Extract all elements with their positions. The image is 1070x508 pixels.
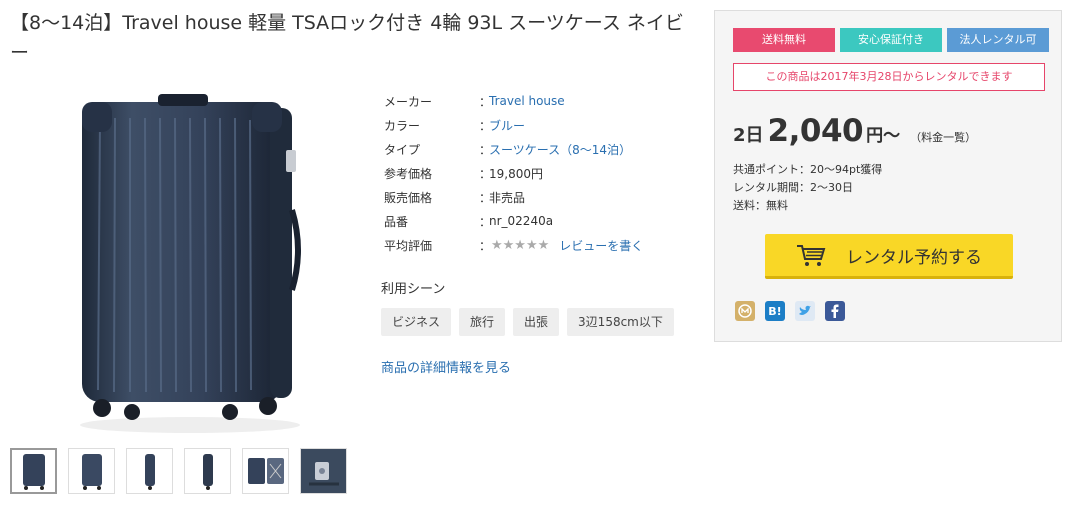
spec-label: タイプ xyxy=(384,142,421,157)
scene-tag-size[interactable]: 3辺158cm以下 xyxy=(567,308,674,336)
spec-label: 販売価格 xyxy=(384,190,433,205)
suitcase-product-image xyxy=(80,94,301,433)
thumbnail-angle[interactable] xyxy=(68,448,115,494)
rental-panel: 送料無料 安心保証付き 法人レンタル可 この商品は2017年3月28日からレンタ… xyxy=(714,10,1062,342)
spec-colon: ： xyxy=(479,238,492,253)
price-unit: 円〜 xyxy=(866,126,901,146)
write-review-link[interactable]: レビューを書く xyxy=(559,237,643,254)
warranty-badge: 安心保証付き xyxy=(840,28,942,52)
rental-period-text: レンタル期間：2〜30日 xyxy=(733,181,853,194)
price-line: 2日 2,040 円〜 （料金一覧） xyxy=(733,113,976,149)
product-specs: メーカー ： Travel house カラー ： ブルー タイプ ： スーツケ… xyxy=(384,89,643,257)
thumbnail-lock-detail[interactable] xyxy=(300,448,347,494)
spec-label: 品番 xyxy=(384,214,409,229)
thumbnail-side-2[interactable] xyxy=(184,448,231,494)
type-link[interactable]: スーツケース（8〜14泊） xyxy=(489,141,631,158)
facebook-icon[interactable] xyxy=(825,301,845,321)
thumbnail-front[interactable] xyxy=(10,448,57,494)
spec-label: 参考価格 xyxy=(384,166,433,181)
ref-price-value: 19,800円 xyxy=(489,166,543,181)
points-text: 共通ポイント：20〜94pt獲得 xyxy=(733,163,883,176)
shipping-text: 送料：無料 xyxy=(733,199,788,212)
price-list-link[interactable]: （料金一覧） xyxy=(910,129,976,145)
price-amount: 2,040 xyxy=(767,113,864,149)
social-share: B! xyxy=(735,301,845,321)
scene-tag-travel[interactable]: 旅行 xyxy=(459,308,506,336)
rental-reserve-button[interactable]: レンタル予約する xyxy=(765,234,1013,279)
spec-row-sale-price: 販売価格 ： 非売品 xyxy=(384,185,643,209)
free-shipping-badge: 送料無料 xyxy=(733,28,835,52)
spec-row-type: タイプ ： スーツケース（8〜14泊） xyxy=(384,137,643,161)
usage-scene-heading: 利用シーン xyxy=(381,282,446,297)
maker-link[interactable]: Travel house xyxy=(489,94,565,108)
cart-icon xyxy=(797,245,826,266)
thumbnail-open[interactable] xyxy=(242,448,289,494)
spec-label: カラー xyxy=(384,118,421,133)
spec-row-maker: メーカー ： Travel house xyxy=(384,89,643,113)
availability-notice: この商品は2017年3月28日からレンタルできます xyxy=(733,63,1045,91)
hatena-bookmark-icon[interactable]: B! xyxy=(765,301,785,321)
sku-value: nr_02240a xyxy=(489,214,554,228)
spec-colon: ： xyxy=(479,166,492,181)
badge-row: 送料無料 安心保証付き 法人レンタル可 xyxy=(733,28,1049,52)
mixi-check-icon[interactable] xyxy=(735,301,755,321)
spec-colon: ： xyxy=(479,142,492,157)
spec-row-sku: 品番 ： nr_02240a xyxy=(384,209,643,233)
price-days: 2日 xyxy=(733,125,764,146)
corporate-rental-badge: 法人レンタル可 xyxy=(947,28,1049,52)
spec-row-ref-price: 参考価格 ： 19,800円 xyxy=(384,161,643,185)
spec-colon: ： xyxy=(479,94,492,109)
scene-tag-business[interactable]: ビジネス xyxy=(381,308,452,336)
usage-scene-tags: ビジネス 旅行 出張 3辺158cm以下 xyxy=(381,308,674,336)
thumbnail-side[interactable] xyxy=(126,448,173,494)
spec-label: 平均評価 xyxy=(384,238,433,253)
spec-row-color: カラー ： ブルー xyxy=(384,113,643,137)
spec-label: メーカー xyxy=(384,94,433,109)
product-title: 【8〜14泊】Travel house 軽量 TSAロック付き 4輪 93L ス… xyxy=(10,12,684,64)
thumbnail-strip xyxy=(10,448,347,494)
rental-info: 共通ポイント：20〜94pt獲得 レンタル期間：2〜30日 送料：無料 xyxy=(733,161,882,215)
sale-price-value: 非売品 xyxy=(489,190,526,205)
rating-stars-icon: ★★★★★ xyxy=(491,237,550,253)
scene-tag-business-trip[interactable]: 出張 xyxy=(513,308,560,336)
spec-row-rating: 平均評価 ： ★★★★★ レビューを書く xyxy=(384,233,643,257)
rental-reserve-label: レンタル予約する xyxy=(846,247,982,268)
spec-colon: ： xyxy=(479,214,492,229)
spec-colon: ： xyxy=(479,118,492,133)
color-link[interactable]: ブルー xyxy=(489,117,525,134)
twitter-icon[interactable] xyxy=(795,301,815,321)
product-detail-link[interactable]: 商品の詳細情報を見る xyxy=(381,357,511,376)
spec-colon: ： xyxy=(479,190,492,205)
